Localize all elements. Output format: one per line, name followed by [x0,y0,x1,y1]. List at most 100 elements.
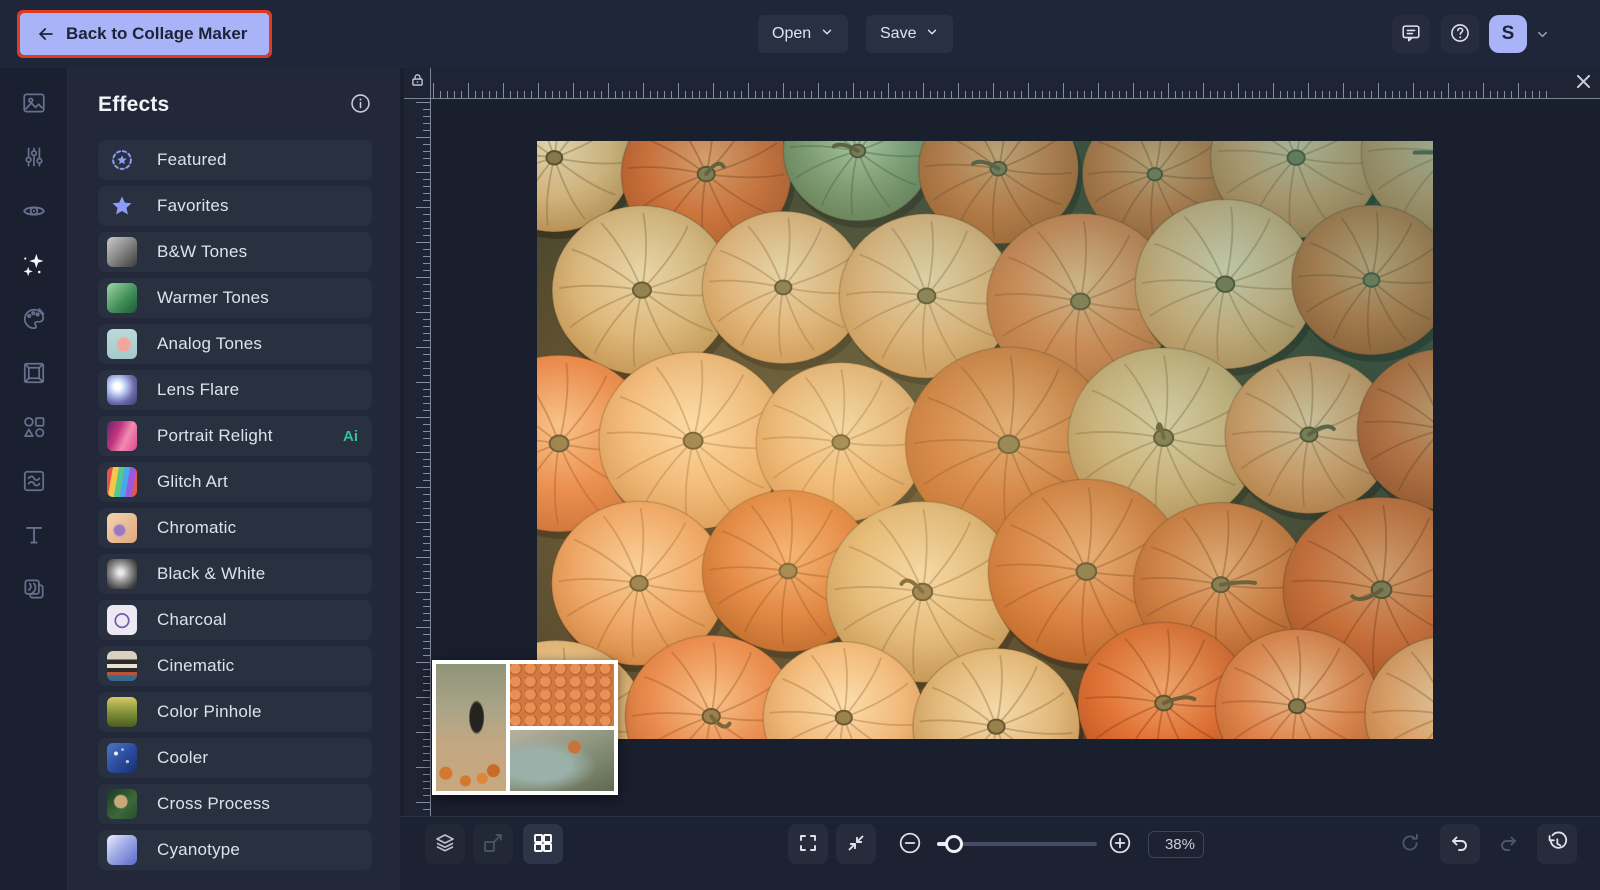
rail-item-graphics[interactable] [0,401,68,455]
fit-to-screen-icon [844,831,868,858]
ruler-horizontal [404,68,1600,99]
effect-category-cross-process[interactable]: Cross Process [98,784,372,824]
sparkles-icon [20,251,48,282]
feedback-comment-button[interactable] [1392,15,1430,53]
canvas-area: 38% [400,68,1600,890]
effect-thumbnail [107,835,137,865]
palette-icon [21,306,47,335]
rail-item-frames[interactable] [0,347,68,401]
undo-button[interactable] [1440,824,1480,864]
effects-panel: Effects Featured Favorites B&W Tones War… [68,68,400,890]
effect-thumbnail [107,283,137,313]
reset-sync-icon [1398,831,1422,858]
layout-preview-thumbnail[interactable] [432,660,618,795]
shapes-icon [21,414,47,443]
info-button[interactable] [349,92,372,118]
effect-category-warmer-tones[interactable]: Warmer Tones [98,278,372,318]
rail-item-artsy[interactable] [0,293,68,347]
effect-category-analog-tones[interactable]: Analog Tones [98,324,372,364]
grid-view-button[interactable] [523,824,563,864]
effect-category-cyanotype[interactable]: Cyanotype [98,830,372,870]
redo-button[interactable] [1488,824,1528,864]
zoom-in-button[interactable] [1100,824,1140,864]
effect-category-favorites[interactable]: Favorites [98,186,372,226]
resize-icon [481,831,505,858]
effect-category-label: Cooler [157,748,209,767]
preview-cell-pumpkin-patch [436,664,506,791]
effect-category-glitch-art[interactable]: Glitch Art [98,462,372,502]
effect-category-portrait-relight[interactable]: Portrait Relight Ai [98,416,372,456]
zoom-level-value[interactable]: 38% [1148,831,1204,858]
rail-item-layers[interactable] [0,563,68,617]
frame-icon [21,360,47,389]
back-button-label: Back to Collage Maker [66,24,248,43]
close-button[interactable] [1566,68,1600,98]
sliders-icon [21,144,47,173]
rail-item-effects[interactable] [0,239,68,293]
overlapping-squares-icon [21,576,47,605]
effect-thumbnail [107,559,137,589]
help-button[interactable] [1441,15,1479,53]
effect-category-black-white[interactable]: Black & White [98,554,372,594]
zoom-slider[interactable] [937,835,1097,853]
fullscreen-button[interactable] [788,824,828,864]
layers-button[interactable] [425,824,465,864]
effects-category-list: Featured Favorites B&W Tones Warmer Tone… [98,140,372,870]
effect-category-chromatic[interactable]: Chromatic [98,508,372,548]
effect-thumbnail [107,421,137,451]
effect-category-label: Cross Process [157,794,271,813]
effect-category-lens-flare[interactable]: Lens Flare [98,370,372,410]
reset-button[interactable] [1390,824,1430,864]
effect-thumbnail [107,605,137,635]
rail-item-text[interactable] [0,509,68,563]
zoom-slider-knob[interactable] [945,835,963,853]
effect-category-featured[interactable]: Featured [98,140,372,180]
preview-cell-pumpkins [510,664,614,726]
pumpkins-photo [537,141,1433,739]
avatar-initial: S [1501,23,1515,44]
rail-item-textures[interactable] [0,455,68,509]
zoom-in-icon [1107,830,1133,859]
effect-category-label: Lens Flare [157,380,240,399]
effect-thumbnail [107,375,137,405]
effect-category-cinematic[interactable]: Cinematic [98,646,372,686]
effect-thumbnail [107,697,137,727]
effect-category-label: Portrait Relight [157,426,273,445]
effect-category-bw-tones[interactable]: B&W Tones [98,232,372,272]
rail-item-image-manager[interactable] [0,77,68,131]
back-to-collage-maker-button[interactable]: Back to Collage Maker [20,13,270,55]
canvas-image[interactable] [537,141,1433,739]
zoom-out-button[interactable] [890,824,930,864]
effect-category-label: Charcoal [157,610,227,629]
save-label: Save [880,25,917,42]
close-icon [1574,72,1593,94]
open-dropdown-button[interactable]: Open [758,15,849,53]
save-dropdown-button[interactable]: Save [866,15,954,53]
user-avatar[interactable]: S [1489,15,1527,53]
ruler-corner[interactable] [404,68,431,98]
effect-category-charcoal[interactable]: Charcoal [98,600,372,640]
app-window: Back to Collage Maker Open Save S Effect… [0,0,1600,890]
texture-icon [21,468,47,497]
rail-item-edit[interactable] [0,131,68,185]
account-chevron-down-icon[interactable] [1535,27,1550,47]
effect-thumbnail [107,237,137,267]
open-label: Open [772,25,812,42]
resize-canvas-button[interactable] [473,824,513,864]
effect-category-cooler[interactable]: Cooler [98,738,372,778]
fit-to-screen-button[interactable] [836,824,876,864]
effect-category-label: B&W Tones [157,242,248,261]
effect-category-color-pinhole[interactable]: Color Pinhole [98,692,372,732]
comment-icon [1400,22,1422,47]
bottom-toolbar: 38% [400,816,1600,890]
effect-category-label: Glitch Art [157,472,228,491]
rail-item-touch-up[interactable] [0,185,68,239]
effect-category-label: Warmer Tones [157,288,269,307]
question-mark-icon [1449,22,1471,47]
effect-category-label: Favorites [157,196,229,215]
history-button[interactable] [1537,824,1577,864]
preview-cell-kids [510,729,614,791]
effect-thumbnail [107,329,137,359]
effect-category-label: Cyanotype [157,840,241,859]
chevron-down-icon [925,25,939,44]
